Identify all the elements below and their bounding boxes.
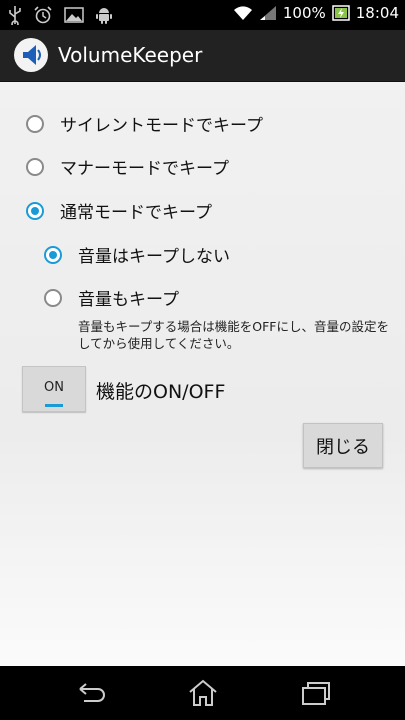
toggle-state-label: ON [44,380,64,395]
radio-button-checked[interactable] [26,201,44,220]
recent-apps-button[interactable] [299,678,333,708]
image-icon [64,7,84,23]
main-content: サイレントモードでキープ マナーモードでキープ 通常モードでキープ 音量はキープ… [0,82,405,666]
radio-label: 通常モードでキープ [60,203,212,223]
back-icon [79,683,105,702]
wifi-icon [233,6,252,20]
speaker-app-icon [14,38,48,72]
signal-icon [259,6,276,20]
status-bar: 100% 18:04 [0,0,405,30]
close-button[interactable]: 閉じる [303,423,383,468]
toggle-indicator [45,404,63,407]
volume-keep-note: 音量もキープする場合は機能をOFFにし、音量の設定をしてから使用してください。 [78,319,389,351]
recent-apps-icon [302,682,330,705]
radio-button-checked[interactable] [44,245,62,264]
radio-no-volume-keep[interactable]: 音量はキープしない [44,242,230,267]
app-title: VolumeKeeper [58,43,203,67]
radio-label: マナーモードでキープ [60,159,229,179]
action-bar: VolumeKeeper [0,30,405,82]
home-icon [189,679,217,706]
system-status: 100% 18:04 [233,4,399,22]
android-icon [96,8,112,24]
battery-icon [332,5,350,21]
radio-label: 音量もキープ [78,290,179,310]
home-button[interactable] [186,678,220,708]
radio-button[interactable] [44,288,62,307]
toggle-label: 機能のON/OFF [96,381,226,403]
radio-silent-mode[interactable]: サイレントモードでキープ [26,111,263,136]
radio-label: 音量はキープしない [78,247,230,267]
navigation-bar [0,666,405,720]
radio-volume-keep[interactable]: 音量もキープ [44,285,179,310]
radio-label: サイレントモードでキープ [60,116,263,136]
battery-percent: 100% [282,4,326,22]
usb-icon [9,6,21,25]
alarm-icon [34,6,52,24]
radio-normal-mode[interactable]: 通常モードでキープ [26,198,212,223]
radio-button[interactable] [26,114,44,133]
clock: 18:04 [355,4,399,22]
feature-toggle[interactable]: ON [22,366,86,412]
radio-manner-mode[interactable]: マナーモードでキープ [26,154,229,179]
notification-icons [8,5,112,25]
radio-button[interactable] [26,157,44,176]
back-button[interactable] [74,678,108,708]
